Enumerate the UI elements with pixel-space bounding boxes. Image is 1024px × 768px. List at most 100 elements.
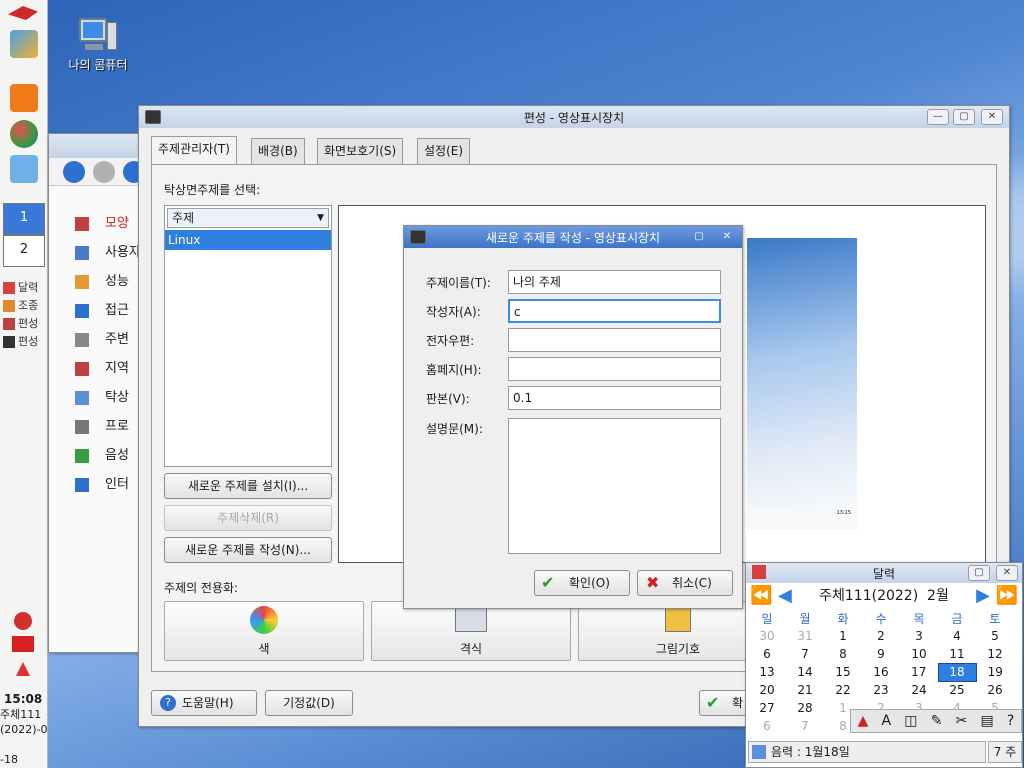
- calendar-day[interactable]: 19: [976, 663, 1014, 681]
- task-edit[interactable]: 편성: [3, 315, 47, 331]
- delete-theme-button[interactable]: 주제삭제(R): [164, 505, 332, 531]
- calendar-day[interactable]: 5: [976, 627, 1014, 645]
- field-input[interactable]: [508, 357, 721, 381]
- flag-icon[interactable]: [12, 636, 34, 652]
- editor-icon[interactable]: [10, 30, 38, 58]
- close-button[interactable]: ✕: [981, 109, 1003, 125]
- colors-button[interactable]: 색: [164, 601, 364, 661]
- field-input[interactable]: [508, 328, 721, 352]
- calendar-day[interactable]: 27: [748, 699, 786, 717]
- calendar-day[interactable]: 22: [824, 681, 862, 699]
- calendar-day[interactable]: 6: [748, 645, 786, 663]
- create-theme-button[interactable]: 새로운 주제를 작성(N)...: [164, 537, 332, 563]
- task-calendar[interactable]: 달력: [3, 279, 47, 295]
- calendar-day[interactable]: 18: [937, 662, 977, 682]
- prev-year-icon[interactable]: ⏪: [750, 583, 772, 609]
- field-input[interactable]: 나의 주제: [508, 270, 721, 294]
- desktop-1-button[interactable]: 1: [3, 203, 45, 235]
- calendar-day[interactable]: 11: [938, 645, 976, 663]
- calendar-day[interactable]: 30: [748, 627, 786, 645]
- start-logo-icon[interactable]: [8, 6, 38, 20]
- defaults-button[interactable]: 기정값(D): [265, 690, 353, 716]
- calendar-day[interactable]: 28: [786, 699, 824, 717]
- globe-icon[interactable]: [10, 120, 38, 148]
- tools-icon[interactable]: ✂: [956, 713, 968, 729]
- doc-icon[interactable]: ▤: [981, 713, 994, 729]
- calendar-day[interactable]: 21: [786, 681, 824, 699]
- theme-list[interactable]: 주제 ▼ Linux: [164, 205, 332, 467]
- calendar-day[interactable]: 13: [748, 663, 786, 681]
- tab-theme-manager[interactable]: 주제관리자(T): [151, 136, 237, 164]
- calendar-day[interactable]: 1: [824, 627, 862, 645]
- lunar-status: 음력 : 1월18일: [748, 741, 986, 763]
- help-button[interactable]: ? 도움말(H): [151, 690, 257, 716]
- calendar-day[interactable]: 7: [786, 717, 824, 735]
- close-button[interactable]: ✕: [996, 565, 1018, 581]
- next-month-icon[interactable]: ▶: [976, 583, 990, 609]
- calendar-day[interactable]: 6: [748, 717, 786, 735]
- calendar-day[interactable]: 12: [976, 645, 1014, 663]
- calendar-titlebar[interactable]: 달력 ▢ ✕: [746, 563, 1022, 583]
- theme-combo[interactable]: 주제 ▼: [167, 208, 329, 228]
- description-textarea[interactable]: [508, 418, 721, 554]
- columns-icon[interactable]: ◫: [904, 713, 917, 729]
- calendar-day[interactable]: 7: [786, 645, 824, 663]
- tab-screensaver[interactable]: 화면보호기(S): [317, 138, 404, 164]
- choose-theme-label: 탁상면주제를 선택:: [164, 183, 261, 197]
- main-window-title: 편성 - 영상표시장치: [523, 110, 625, 125]
- lock-icon[interactable]: [14, 612, 32, 630]
- field-input[interactable]: 0.1: [508, 386, 721, 410]
- dialog-cancel-button[interactable]: ✖ 취소(C): [637, 570, 733, 596]
- calendar-day[interactable]: 16: [862, 663, 900, 681]
- calendar-day[interactable]: 8: [824, 645, 862, 663]
- weekday-header: 금: [951, 611, 963, 626]
- back-icon[interactable]: [63, 161, 85, 183]
- style-button[interactable]: 격식: [371, 601, 571, 661]
- flame-icon[interactable]: [16, 662, 30, 676]
- install-theme-button[interactable]: 새로운 주제를 설치(I)...: [164, 473, 332, 499]
- calendar-day[interactable]: 15: [824, 663, 862, 681]
- calendar-day[interactable]: 14: [786, 663, 824, 681]
- calendar-day[interactable]: 2: [862, 627, 900, 645]
- maximize-button[interactable]: ▢: [968, 565, 990, 581]
- calendar-day[interactable]: 3: [900, 627, 938, 645]
- tab-settings[interactable]: 설정(E): [417, 138, 471, 164]
- my-computer-desktop-icon[interactable]: 나의 콤퓨터: [58, 18, 138, 73]
- calendar-day[interactable]: 31: [786, 627, 824, 645]
- flame-icon[interactable]: ▲: [858, 713, 869, 729]
- calendar-day[interactable]: 24: [900, 681, 938, 699]
- note-icon[interactable]: ✎: [931, 713, 943, 729]
- list-item[interactable]: Linux: [165, 230, 331, 250]
- calendar-day[interactable]: 10: [900, 645, 938, 663]
- calendar-day[interactable]: 17: [900, 663, 938, 681]
- forward-icon[interactable]: [93, 161, 115, 183]
- preview-clock: 13:15: [747, 510, 857, 530]
- customize-label: 주제의 전용화:: [164, 581, 239, 595]
- minimize-button[interactable]: —: [927, 109, 949, 125]
- prev-month-icon[interactable]: ◀: [778, 583, 792, 609]
- font-icon[interactable]: A: [882, 713, 892, 729]
- calendar-day[interactable]: 4: [938, 627, 976, 645]
- desktop-2-button[interactable]: 2: [3, 235, 45, 267]
- weekday-header: 수: [875, 611, 887, 626]
- calendar-day[interactable]: 9: [862, 645, 900, 663]
- calendar-day[interactable]: 23: [862, 681, 900, 699]
- dialog-titlebar[interactable]: 새로운 주제를 작성 - 영상표시장치 ▢ ✕: [404, 226, 742, 248]
- close-button[interactable]: ✕: [716, 229, 738, 245]
- dialog-ok-button[interactable]: ✔ 확인(O): [534, 570, 630, 596]
- tab-background[interactable]: 배경(B): [251, 138, 305, 164]
- calendar-day[interactable]: 26: [976, 681, 1014, 699]
- maximize-button[interactable]: ▢: [953, 109, 975, 125]
- maximize-button[interactable]: ▢: [688, 229, 710, 245]
- settings-icon[interactable]: [10, 155, 38, 183]
- help-icon[interactable]: ?: [1007, 713, 1014, 729]
- package-icon[interactable]: [10, 84, 38, 112]
- main-titlebar[interactable]: 편성 - 영상표시장치 — ▢ ✕: [139, 106, 1009, 128]
- calendar-day[interactable]: 25: [938, 681, 976, 699]
- clock[interactable]: 15:08 주체111 (2022)-0 -18: [0, 692, 48, 767]
- calendar-day[interactable]: 20: [748, 681, 786, 699]
- task-control[interactable]: 조종: [3, 297, 47, 313]
- task-display[interactable]: 편성: [3, 333, 47, 349]
- field-input[interactable]: c: [508, 299, 721, 323]
- next-year-icon[interactable]: ⏩: [996, 583, 1018, 609]
